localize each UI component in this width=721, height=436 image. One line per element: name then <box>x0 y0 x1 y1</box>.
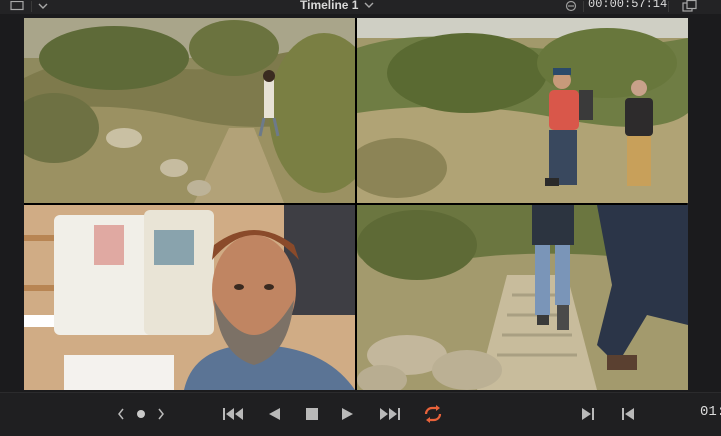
timeline-title: Timeline 1 <box>300 0 359 12</box>
play-reverse-icon[interactable] <box>264 392 284 435</box>
clip-sync-icon[interactable] <box>562 0 580 12</box>
jump-to-start-icon[interactable] <box>220 392 248 435</box>
transport-bar <box>0 392 721 436</box>
viewer-mode-icon[interactable] <box>8 0 26 12</box>
header-timecode[interactable]: 00:00:57:14 <box>588 0 667 11</box>
angle-bearded-man-interview[interactable] <box>24 205 355 390</box>
divider <box>31 1 32 12</box>
angle-desert-hiker-trail[interactable] <box>24 18 355 203</box>
play-icon[interactable] <box>338 392 358 435</box>
window-layout-icon[interactable] <box>680 0 700 12</box>
chevron-down-icon[interactable] <box>36 0 50 12</box>
loop-icon[interactable] <box>420 392 446 435</box>
divider <box>583 1 584 12</box>
next-marker-icon[interactable] <box>578 392 598 435</box>
previous-marker-icon[interactable] <box>618 392 638 435</box>
chevron-left-icon[interactable] <box>114 392 128 435</box>
current-timecode[interactable]: 01: <box>700 404 721 420</box>
video-frame-image <box>24 18 355 203</box>
timeline-selector[interactable]: Timeline 1 <box>300 0 374 13</box>
divider <box>668 1 669 12</box>
chevron-right-icon[interactable] <box>154 392 168 435</box>
chevron-down-icon <box>364 0 374 10</box>
video-frame-image <box>357 205 688 390</box>
angle-two-hikers-walking[interactable] <box>357 18 688 203</box>
jump-to-end-icon[interactable] <box>374 392 404 435</box>
angle-hikers-stone-steps[interactable] <box>357 205 688 390</box>
multicam-viewer[interactable] <box>24 18 688 390</box>
video-frame-image <box>24 205 355 390</box>
viewer-header: Timeline 1 00:00:57:14 <box>0 0 721 14</box>
dot-icon[interactable] <box>134 392 148 435</box>
stop-icon[interactable] <box>302 392 322 435</box>
video-frame-image <box>357 18 688 203</box>
